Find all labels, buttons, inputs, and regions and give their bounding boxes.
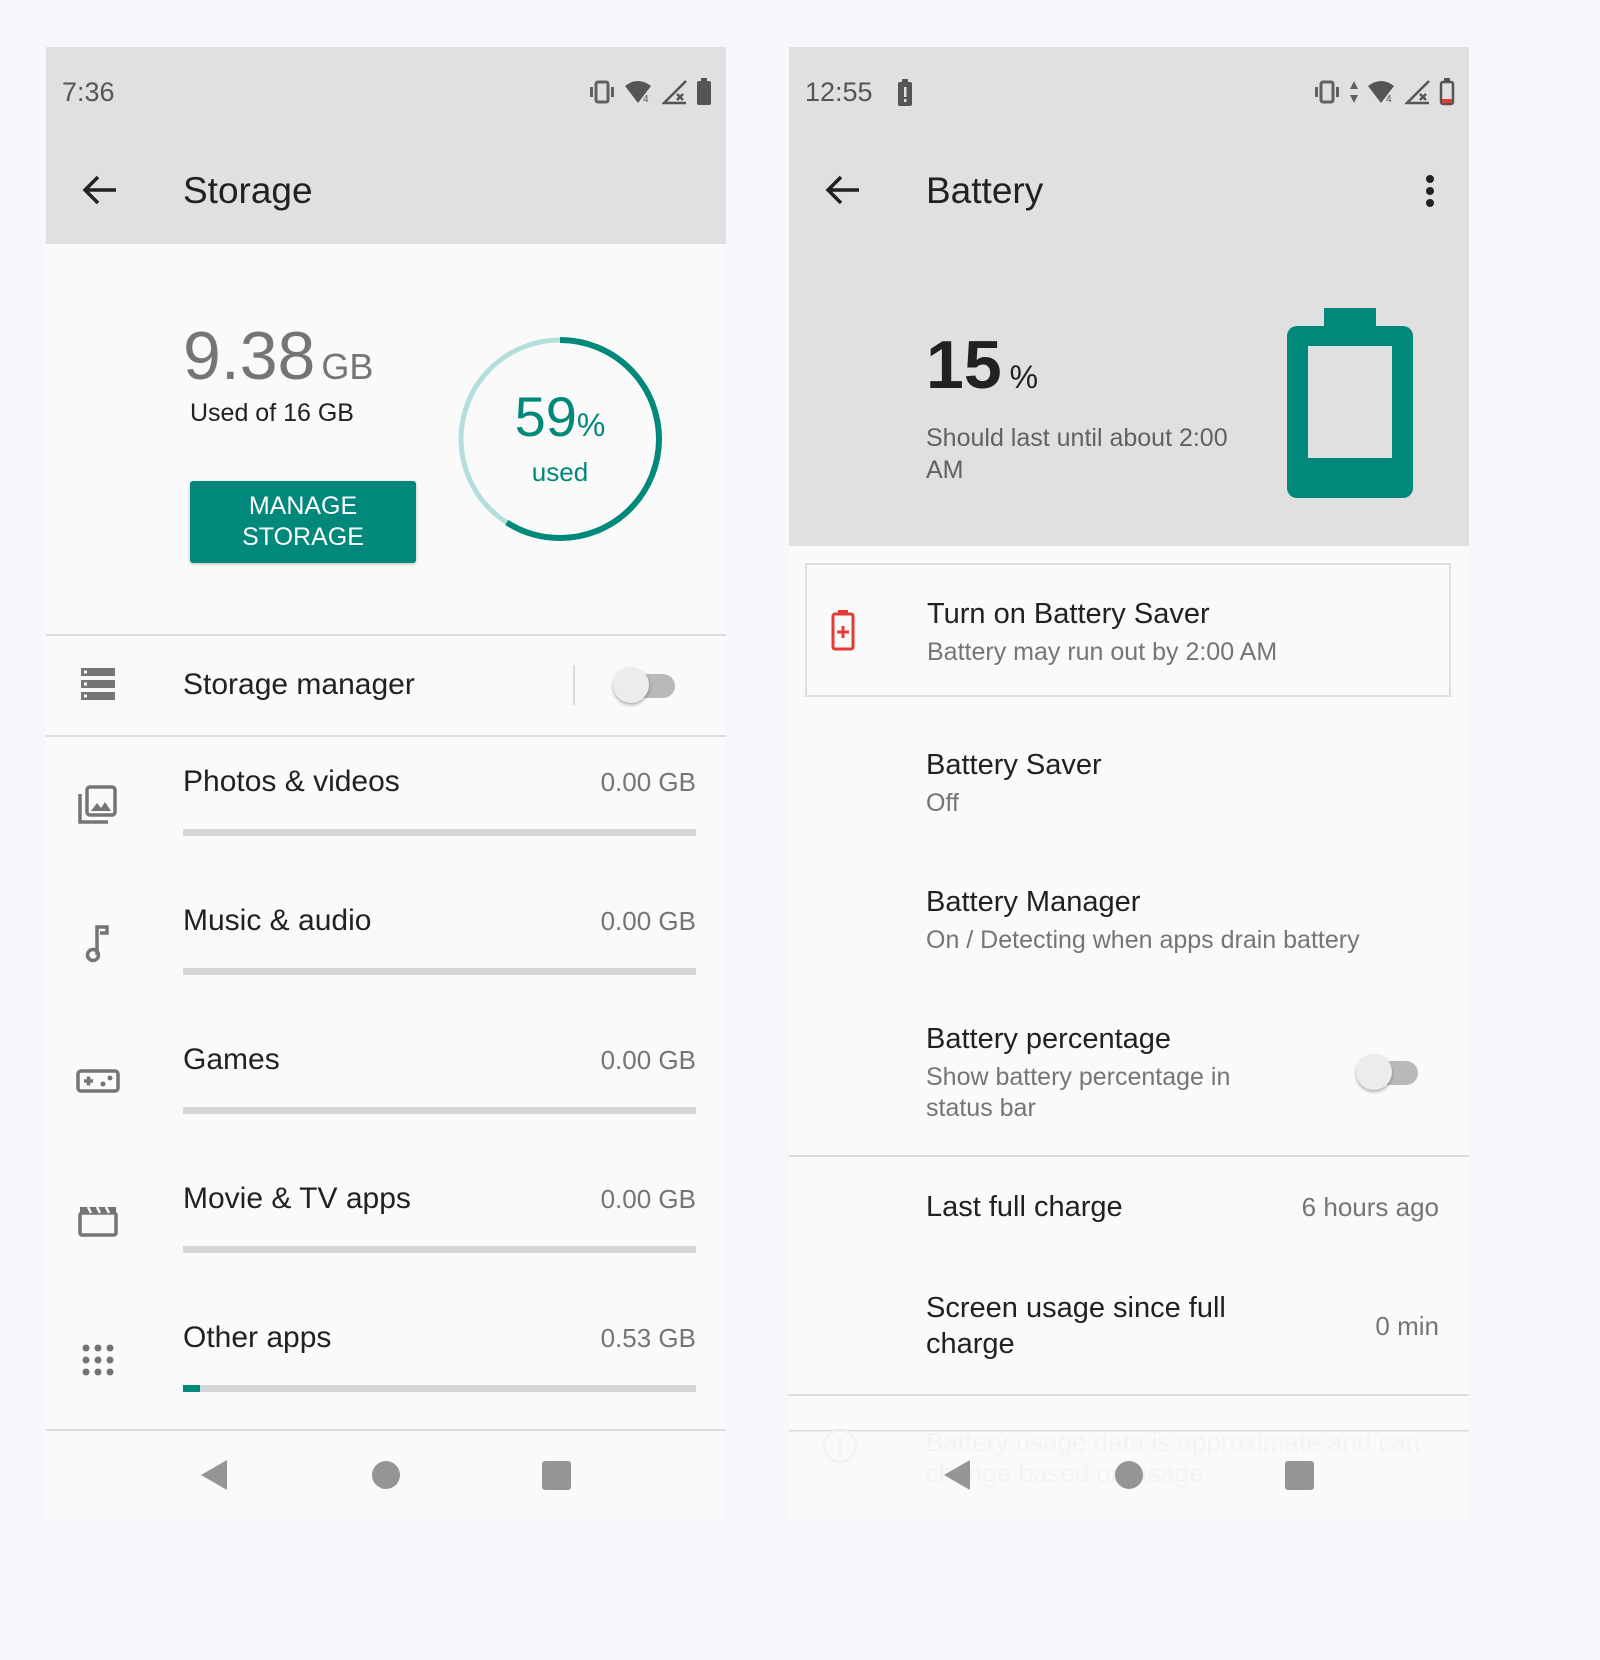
- apps-grid-icon: [82, 1344, 114, 1376]
- battery-low-icon: [1439, 78, 1455, 106]
- category-label: Music & audio: [183, 904, 372, 937]
- category-size: 0.00 GB: [600, 906, 696, 936]
- category-usage-bar: [183, 1385, 696, 1392]
- navigation-bar: [46, 1431, 726, 1521]
- wifi-icon: 4: [625, 81, 651, 104]
- category-size: 0.00 GB: [600, 767, 696, 797]
- used-value: 9.38: [183, 318, 316, 394]
- stat-label: Last full charge: [926, 1191, 1123, 1223]
- manage-storage-button[interactable]: MANAGE STORAGE: [190, 481, 416, 563]
- nav-back-icon[interactable]: [942, 1459, 972, 1491]
- item-subtitle: Off: [926, 789, 959, 817]
- category-usage-bar: [183, 968, 696, 975]
- more-options-icon[interactable]: [1425, 174, 1435, 208]
- battery-saver-suggestion-card[interactable]: Turn on Battery Saver Battery may run ou…: [805, 563, 1451, 697]
- stat-label: Screen usage since full charge: [926, 1292, 1226, 1360]
- storage-screen: 7:36 4 Storage 9.38 GB Used of 16 GB MANA…: [46, 47, 726, 1521]
- back-arrow-icon[interactable]: [80, 170, 120, 210]
- percent-used-value: 59: [514, 385, 577, 448]
- nav-home-icon[interactable]: [1115, 1461, 1143, 1489]
- donut-label: 59% used: [456, 387, 664, 488]
- nav-home-icon[interactable]: [372, 1461, 400, 1489]
- item-title: Battery Manager: [926, 886, 1141, 918]
- app-bar: Battery: [789, 142, 1469, 244]
- battery-percent-value: 15: [926, 327, 1002, 403]
- item-subtitle: Show battery percentage in status bar: [926, 1063, 1231, 1122]
- status-time: 12:55: [805, 77, 873, 107]
- stat-value: 6 hours ago: [1301, 1192, 1439, 1222]
- status-bar: 7:36 4: [46, 47, 726, 142]
- category-size: 0.00 GB: [600, 1184, 696, 1214]
- page-title: Battery: [926, 170, 1044, 211]
- category-label: Movie & TV apps: [183, 1182, 411, 1215]
- wifi-icon: 4: [1368, 81, 1394, 104]
- category-size: 0.53 GB: [600, 1323, 696, 1353]
- divider: [46, 735, 726, 737]
- battery-full-icon: [697, 78, 711, 105]
- item-title: Battery percentage: [926, 1023, 1172, 1055]
- category-usage-bar: [183, 829, 696, 836]
- category-size: 0.00 GB: [600, 1045, 696, 1075]
- app-bar: Storage: [46, 142, 726, 244]
- music-note-icon: [85, 925, 109, 963]
- movie-icon: [78, 1206, 118, 1237]
- back-arrow-icon[interactable]: [823, 170, 863, 210]
- battery-saver-plus-icon: [831, 610, 855, 651]
- used-of-total: Used of 16 GB: [190, 399, 354, 427]
- gamepad-icon: [76, 1069, 120, 1093]
- nav-back-icon[interactable]: [199, 1459, 229, 1491]
- battery-percent-sign: %: [1009, 359, 1039, 395]
- battery-estimate: Should last until about 2:00 AM: [926, 424, 1228, 484]
- storage-manager-toggle[interactable]: [613, 667, 675, 703]
- storage-manager-icon: [81, 668, 115, 700]
- saver-suggestion-title: Turn on Battery Saver: [927, 598, 1210, 630]
- storage-manager-label: Storage manager: [183, 668, 415, 701]
- item-title: Battery Saver: [926, 749, 1102, 781]
- used-storage-amount: 9.38 GB: [183, 317, 373, 395]
- used-unit: GB: [321, 346, 374, 387]
- separator: [573, 665, 575, 705]
- percent-caption: used: [531, 457, 589, 487]
- divider: [46, 634, 726, 636]
- stat-value: 0 min: [1375, 1311, 1439, 1341]
- status-time: 7:36: [62, 77, 115, 107]
- percent-sign: %: [576, 407, 606, 443]
- manage-button-line1: MANAGE: [248, 492, 358, 520]
- nav-recents-icon[interactable]: [542, 1461, 571, 1490]
- status-bar: 12:55 4: [789, 47, 1469, 142]
- divider: [789, 1394, 1469, 1396]
- divider: [789, 1155, 1469, 1157]
- category-usage-bar: [183, 1246, 696, 1253]
- category-label: Photos & videos: [183, 765, 400, 798]
- battery-level-icon: [1287, 308, 1413, 498]
- category-usage-bar: [183, 1107, 696, 1114]
- vibrate-icon: [1315, 80, 1339, 104]
- data-activity-icon: [1350, 81, 1358, 103]
- item-subtitle: On / Detecting when apps drain battery: [926, 926, 1360, 954]
- battery-alert-icon: [898, 79, 912, 106]
- battery-summary-header: 15% Should last until about 2:00 AM: [789, 244, 1469, 546]
- usage-bar-fill: [183, 1385, 200, 1392]
- svg-text:4: 4: [1386, 94, 1392, 104]
- page-title: Storage: [183, 170, 313, 211]
- svg-text:4: 4: [643, 94, 649, 104]
- vibrate-icon: [590, 80, 614, 104]
- photo-library-icon: [78, 785, 117, 824]
- manage-button-line2: STORAGE: [242, 523, 364, 551]
- battery-screen: 12:55 4 Battery 15% Should last until ab…: [789, 47, 1469, 1521]
- battery-percent: 15%: [926, 326, 1038, 404]
- nav-recents-icon[interactable]: [1285, 1461, 1314, 1490]
- category-label: Games: [183, 1043, 280, 1076]
- saver-suggestion-subtitle: Battery may run out by 2:00 AM: [927, 638, 1278, 666]
- cell-signal-no-service-icon: [662, 80, 687, 105]
- cell-signal-no-service-icon: [1405, 80, 1430, 105]
- battery-percentage-toggle[interactable]: [1356, 1054, 1418, 1090]
- category-label: Other apps: [183, 1321, 332, 1354]
- navigation-bar: [789, 1431, 1469, 1521]
